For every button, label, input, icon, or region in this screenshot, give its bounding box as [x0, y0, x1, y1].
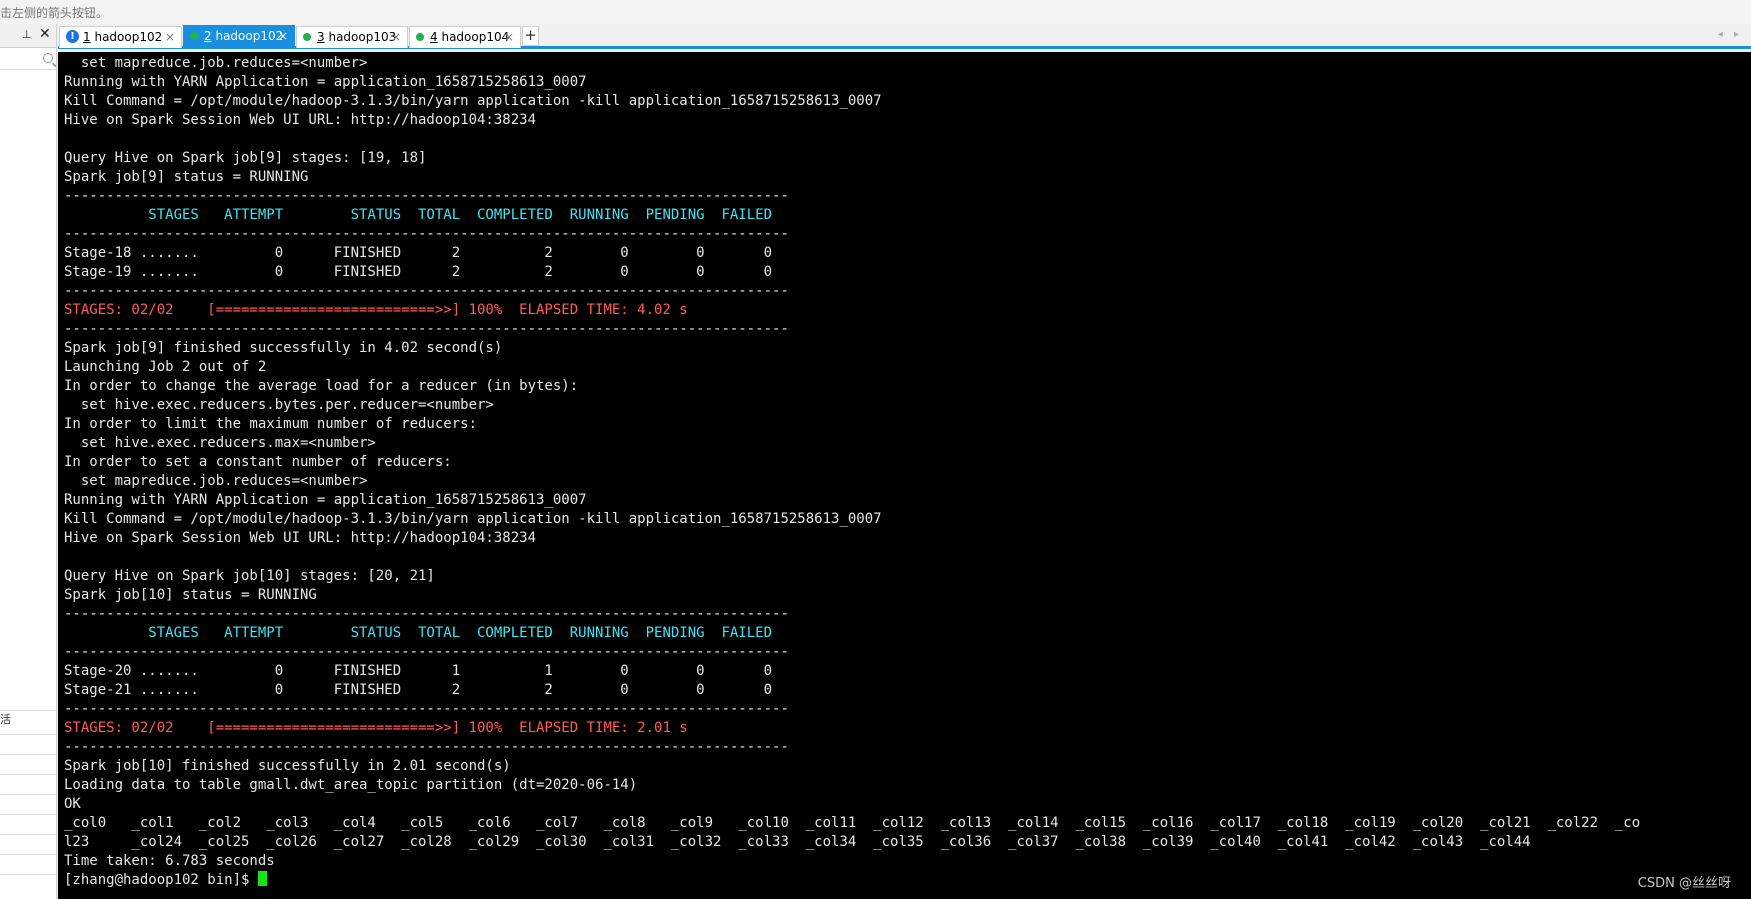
terminal-line: In order to limit the maximum number of … [64, 416, 478, 432]
tab-number: 2 [204, 29, 212, 43]
terminal-line: Stage-21 ....... 0 FINISHED 2 2 0 0 0 [64, 682, 773, 698]
tab-close-icon[interactable]: × [391, 27, 401, 47]
tab-label: hadoop103 [328, 30, 397, 44]
tab-label: hadoop102 [94, 30, 163, 44]
cursor-icon [257, 871, 267, 886]
tab-close-icon[interactable]: × [504, 27, 514, 47]
tab-number: 3 [317, 30, 325, 44]
terminal-line: Kill Command = /opt/module/hadoop-3.1.3/… [64, 93, 882, 109]
terminal-line: Hive on Spark Session Web UI URL: http:/… [64, 112, 537, 128]
close-icon[interactable]: ✕ [39, 26, 51, 42]
terminal-line: In order to set a constant number of red… [64, 454, 452, 470]
divider [0, 794, 56, 795]
status-dot-icon [190, 31, 198, 40]
tab-close-icon[interactable]: × [278, 26, 288, 46]
divider [0, 854, 56, 855]
watermark: CSDN @丝丝呀 [1637, 876, 1731, 891]
terminal-line: Loading data to table gmall.dwt_area_top… [64, 777, 638, 793]
terminal-line: Kill Command = /opt/module/hadoop-3.1.3/… [64, 511, 882, 527]
terminal-line: ----------------------------------------… [64, 283, 789, 299]
terminal-line: set hive.exec.reducers.bytes.per.reducer… [64, 397, 494, 413]
divider [0, 774, 56, 775]
terminal-line: Running with YARN Application = applicat… [64, 492, 587, 508]
tab-label: hadoop104 [441, 30, 510, 44]
tab-label: hadoop102 [215, 29, 284, 43]
tab-bar: ! 1 hadoop102 × 2 hadoop102 × 3 hadoop103… [58, 24, 1751, 49]
tab-scroll-arrows-icon[interactable]: ◂ ▸ [1718, 29, 1743, 40]
terminal-output[interactable]: set mapreduce.job.reduces=<number> Runnin… [58, 52, 1751, 899]
status-dot-icon [303, 32, 311, 41]
session-search-input[interactable] [0, 50, 56, 70]
tab-hadoop102-1[interactable]: ! 1 hadoop102 × [59, 26, 182, 48]
panel-label: 活 [0, 713, 11, 726]
terminal-line: ----------------------------------------… [64, 739, 789, 755]
terminal-line: set mapreduce.job.reduces=<number> [64, 473, 368, 489]
terminal-prompt[interactable]: [zhang@hadoop102 bin]$ [64, 871, 1640, 890]
terminal-line: STAGES ATTEMPT STATUS TOTAL COMPLETED RU… [64, 625, 773, 641]
tab-number: 1 [83, 30, 91, 44]
terminal-line: STAGES: 02/02 [=========================… [64, 720, 688, 736]
divider [0, 874, 56, 875]
tab-hadoop104[interactable]: 4 hadoop104 × [409, 26, 521, 48]
tab-number: 4 [430, 30, 438, 44]
terminal-line: In order to change the average load for … [64, 378, 579, 394]
divider [0, 834, 56, 835]
terminal-line: Launching Job 2 out of 2 [64, 359, 267, 375]
terminal-line: Stage-18 ....... 0 FINISHED 2 2 0 0 0 [64, 245, 773, 261]
terminal-line: ----------------------------------------… [64, 701, 789, 717]
terminal-line: Hive on Spark Session Web UI URL: http:/… [64, 530, 537, 546]
terminal-line: Spark job[9] status = RUNNING [64, 169, 309, 185]
terminal-line: ----------------------------------------… [64, 644, 789, 660]
terminal-line: Query Hive on Spark job[10] stages: [20,… [64, 568, 435, 584]
terminal-line: STAGES ATTEMPT STATUS TOTAL COMPLETED RU… [64, 207, 773, 223]
terminal-line: ----------------------------------------… [64, 606, 789, 622]
prompt-text: [zhang@hadoop102 bin]$ [64, 872, 258, 888]
divider [0, 734, 56, 735]
tab-hadoop102-2[interactable]: 2 hadoop102 × [183, 25, 295, 48]
terminal-line: Spark job[10] status = RUNNING [64, 587, 317, 603]
terminal-line: STAGES: 02/02 [=========================… [64, 302, 688, 318]
terminal-line: Query Hive on Spark job[9] stages: [19, … [64, 150, 427, 166]
terminal-line: set mapreduce.job.reduces=<number> [64, 55, 368, 71]
terminal-line: Running with YARN Application = applicat… [64, 74, 587, 90]
top-bar: 击左侧的箭头按钮。 [0, 0, 1751, 24]
terminal-line: ----------------------------------------… [64, 188, 789, 204]
terminal-line: set hive.exec.reducers.max=<number> [64, 435, 376, 451]
terminal-line: ----------------------------------------… [64, 321, 789, 337]
terminal-line: _col0 _col1 _col2 _col3 _col4 _col5 _col… [64, 815, 1641, 831]
tab-close-icon[interactable]: × [165, 27, 175, 47]
terminal-line: Stage-19 ....... 0 FINISHED 2 2 0 0 0 [64, 264, 773, 280]
panel-header: ⊥ ✕ [0, 24, 56, 48]
divider [0, 814, 56, 815]
session-manager-panel: ⊥ ✕ 活 [0, 24, 57, 899]
terminal-line: Spark job[9] finished successfully in 4.… [64, 340, 503, 356]
search-icon[interactable] [43, 53, 53, 63]
terminal-line: Stage-20 ....... 0 FINISHED 1 1 0 0 0 [64, 663, 773, 679]
terminal-line: l23 _col24 _col25 _col26 _col27 _col28 _… [64, 834, 1531, 850]
terminal-text: set mapreduce.job.reduces=<number> Runnin… [64, 54, 1640, 890]
info-icon: ! [66, 30, 79, 43]
terminal-line: Spark job[10] finished successfully in 2… [64, 758, 511, 774]
pin-icon[interactable]: ⊥ [22, 28, 32, 41]
terminal-line: ----------------------------------------… [64, 226, 789, 242]
terminal-line: Time taken: 6.783 seconds [64, 853, 275, 869]
tab-hadoop103[interactable]: 3 hadoop103 × [296, 26, 408, 48]
terminal-line: OK [64, 796, 81, 812]
divider [0, 754, 56, 755]
status-dot-icon [416, 32, 424, 41]
add-tab-button[interactable]: + [522, 26, 539, 46]
hint-text: 击左侧的箭头按钮。 [0, 6, 109, 20]
